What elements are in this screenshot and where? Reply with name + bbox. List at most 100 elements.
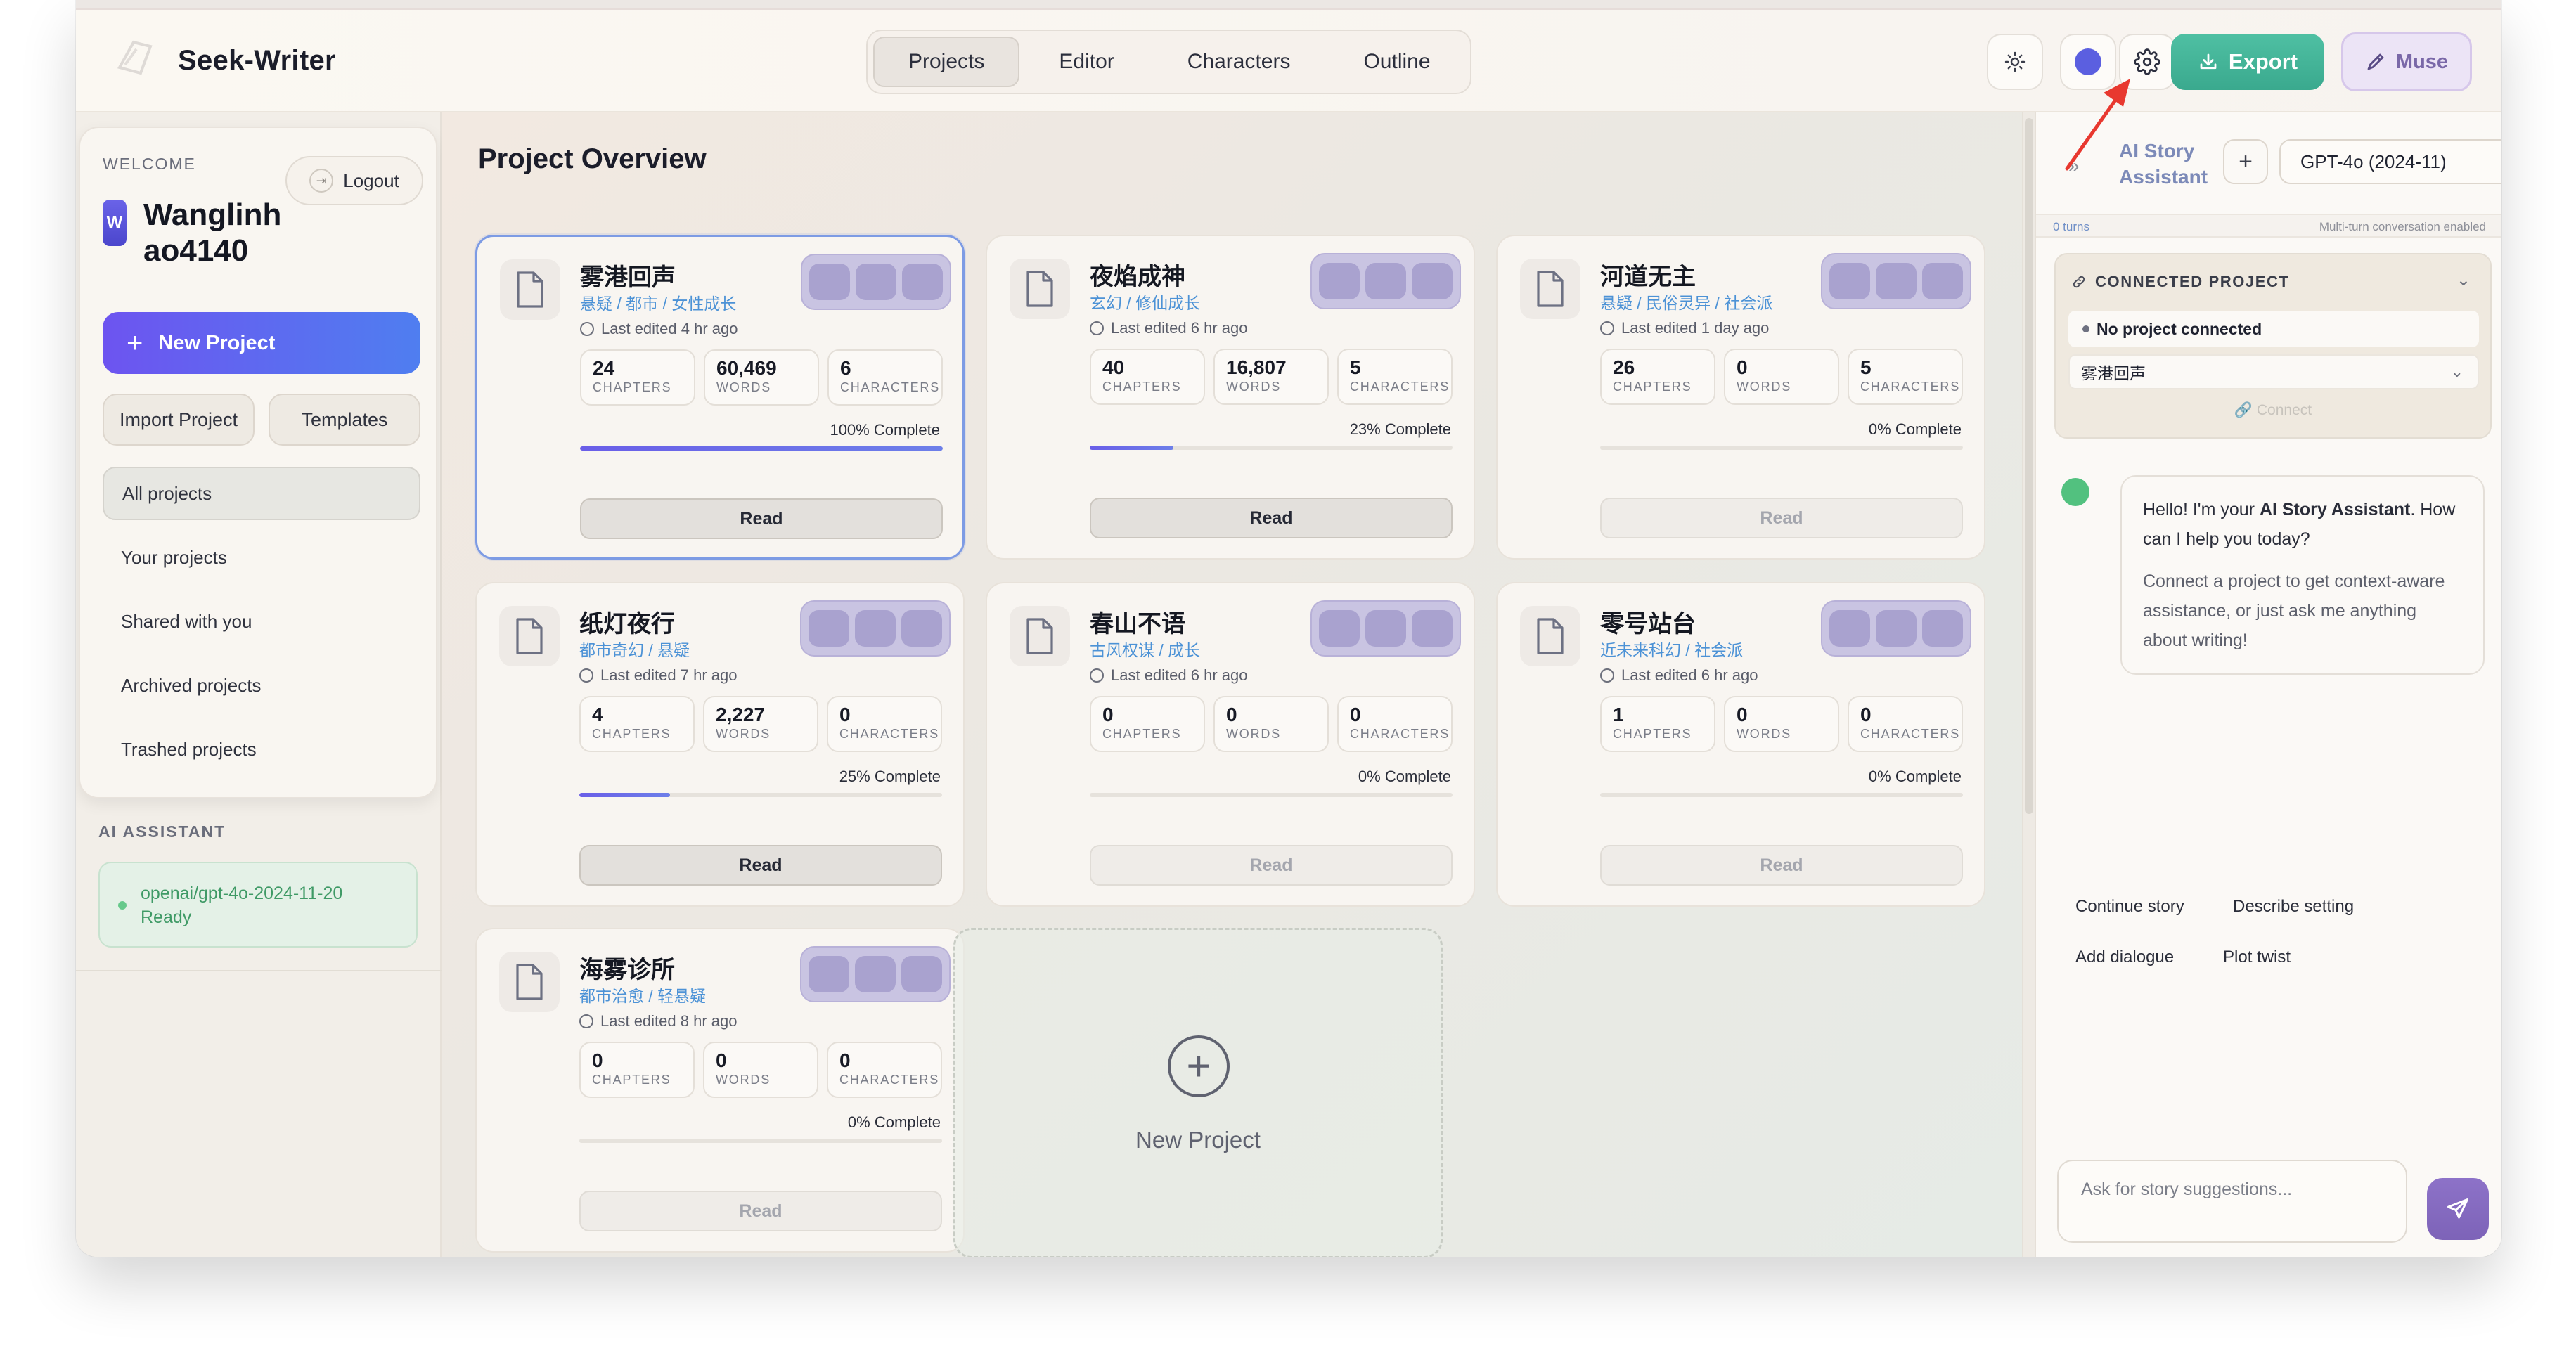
gear-icon — [2134, 48, 2160, 75]
card-action-button[interactable] — [1829, 610, 1870, 647]
suggestion-add-dialogue[interactable]: Add dialogue — [2075, 948, 2174, 967]
logout-button[interactable]: ⇥ Logout — [285, 156, 423, 205]
sidebar-item-all-projects[interactable]: All projects — [103, 467, 420, 520]
card-action-button[interactable] — [1876, 263, 1917, 299]
last-edited: Last edited 1 day ago — [1600, 319, 1769, 337]
page-title: Project Overview — [478, 143, 707, 174]
tab-outline[interactable]: Outline — [1329, 37, 1464, 87]
theme-toggle-button[interactable] — [1987, 34, 2043, 90]
new-project-card[interactable]: + New Project — [953, 928, 1443, 1257]
new-project-card-label: New Project — [1135, 1127, 1261, 1153]
plus-icon: + — [127, 328, 143, 358]
card-action-button[interactable] — [855, 956, 896, 992]
suggestion-describe-setting[interactable]: Describe setting — [2233, 897, 2354, 917]
progress-percent: 0% Complete — [1868, 420, 1962, 438]
card-action-button[interactable] — [809, 610, 849, 647]
main-scrollbar[interactable] — [2023, 112, 2035, 1257]
suggestion-continue-story[interactable]: Continue story — [2075, 897, 2184, 917]
scrollbar-thumb[interactable] — [2025, 118, 2033, 814]
export-label: Export — [2228, 49, 2298, 74]
read-button[interactable]: Read — [1600, 498, 1963, 538]
sidebar-item-archived[interactable]: Archived projects — [103, 659, 420, 712]
app-window: Seek-Writer Projects Editor Characters O… — [76, 0, 2501, 1257]
top-header: Seek-Writer Projects Editor Characters O… — [76, 10, 2501, 112]
card-action-button[interactable] — [1365, 263, 1406, 299]
last-edited: Last edited 6 hr ago — [1600, 666, 1758, 685]
accent-color-button[interactable] — [2060, 34, 2116, 90]
read-button[interactable]: Read — [1090, 498, 1453, 538]
card-action-button[interactable] — [1412, 610, 1453, 647]
new-project-button[interactable]: + New Project — [103, 312, 420, 374]
read-button[interactable]: Read — [1090, 845, 1453, 886]
project-genre: 近未来科幻 / 社会派 — [1600, 641, 1744, 659]
card-action-button[interactable] — [902, 264, 943, 300]
project-select[interactable]: 雾港回声 ⌄ — [2068, 354, 2479, 389]
card-actions — [800, 946, 951, 1002]
project-card[interactable]: 雾港回声 悬疑 / 都市 / 女性成长 Last edited 4 hr ago… — [475, 235, 965, 560]
stat-words: 0 WORDS — [703, 1042, 818, 1098]
project-card[interactable]: 纸灯夜行 都市奇幻 / 悬疑 Last edited 7 hr ago 4 CHA… — [475, 582, 965, 907]
stat-words: 0 WORDS — [1724, 696, 1839, 752]
document-icon — [499, 952, 560, 1012]
card-action-button[interactable] — [809, 264, 850, 300]
export-button[interactable]: Export — [2171, 34, 2324, 90]
project-card[interactable]: 零号站台 近未来科幻 / 社会派 Last edited 6 hr ago 1C… — [1496, 582, 1985, 907]
settings-button[interactable] — [2119, 34, 2175, 90]
card-action-button[interactable] — [856, 264, 896, 300]
read-button[interactable]: Read — [579, 845, 942, 886]
suggestion-plot-twist[interactable]: Plot twist — [2223, 948, 2291, 967]
templates-button[interactable]: Templates — [269, 394, 420, 446]
chevron-down-icon[interactable]: ⌄ — [2456, 270, 2471, 290]
card-action-button[interactable] — [901, 610, 942, 647]
project-card[interactable]: 河道无主 悬疑 / 民俗灵异 / 社会派 Last edited 1 day a… — [1496, 235, 1985, 560]
sidebar-divider — [76, 970, 442, 971]
read-button[interactable]: Read — [580, 498, 943, 539]
progress-bar — [1600, 793, 1963, 797]
sidebar-item-your-projects[interactable]: Your projects — [103, 531, 420, 584]
sidebar-item-trashed[interactable]: Trashed projects — [103, 723, 420, 776]
card-action-button[interactable] — [1365, 610, 1406, 647]
stat-chapters: 40 CHAPTERS — [1090, 349, 1205, 405]
assistant-message: Hello! I'm your AI Story Assistant. How … — [2120, 475, 2485, 675]
card-action-button[interactable] — [901, 956, 942, 992]
project-title: 夜焰成神 — [1090, 263, 1185, 291]
card-action-button[interactable] — [1319, 263, 1360, 299]
tab-editor[interactable]: Editor — [1025, 37, 1147, 87]
card-action-button[interactable] — [1922, 610, 1963, 647]
new-project-label: New Project — [158, 331, 276, 354]
card-action-button[interactable] — [1876, 610, 1917, 647]
welcome-label: WELCOME — [103, 155, 196, 173]
multi-turn-note: Multi-turn conversation enabled — [2319, 220, 2486, 233]
tab-projects[interactable]: Projects — [873, 37, 1020, 87]
send-button[interactable] — [2427, 1178, 2489, 1240]
card-action-button[interactable] — [855, 610, 896, 647]
stat-chapters: 0 CHAPTERS — [1090, 696, 1205, 752]
sidebar-item-shared[interactable]: Shared with you — [103, 595, 420, 648]
read-button[interactable]: Read — [1600, 845, 1963, 886]
project-card[interactable]: 春山不语 古风权谋 / 成长 Last edited 6 hr ago 0 CHA… — [986, 582, 1475, 907]
connected-project-header[interactable]: CONNECTED PROJECT — [2071, 273, 2290, 291]
project-card[interactable]: 海雾诊所 都市治愈 / 轻悬疑 Last edited 8 hr ago 0 CH… — [475, 928, 965, 1253]
ai-assistant-heading: AI ASSISTANT — [98, 822, 226, 841]
card-action-button[interactable] — [1319, 610, 1360, 647]
card-action-button[interactable] — [1829, 263, 1870, 299]
select-chevron-icon: ⌄ — [2450, 363, 2464, 380]
progress-bar — [580, 446, 943, 451]
card-action-button[interactable] — [809, 956, 849, 992]
tab-characters[interactable]: Characters — [1154, 37, 1325, 87]
logout-icon: ⇥ — [309, 169, 334, 193]
import-project-button[interactable]: Import Project — [103, 394, 255, 446]
chat-input[interactable]: Ask for story suggestions... — [2057, 1160, 2407, 1243]
status-dot-icon — [118, 901, 127, 910]
read-button[interactable]: Read — [579, 1191, 942, 1231]
card-action-button[interactable] — [1412, 263, 1453, 299]
model-select[interactable]: GPT-4o (2024-11) — [2279, 139, 2501, 184]
collapse-panel-icon[interactable]: » — [2068, 155, 2079, 177]
progress-percent: 0% Complete — [1358, 768, 1451, 785]
card-actions — [801, 254, 951, 310]
project-card[interactable]: 夜焰成神 玄幻 / 修仙成长 Last edited 6 hr ago 40 CH… — [986, 235, 1475, 560]
connect-button[interactable]: 🔗 Connect — [2056, 402, 2490, 419]
new-chat-button[interactable]: + — [2223, 139, 2268, 184]
muse-button[interactable]: Muse — [2341, 32, 2472, 91]
card-action-button[interactable] — [1922, 263, 1963, 299]
